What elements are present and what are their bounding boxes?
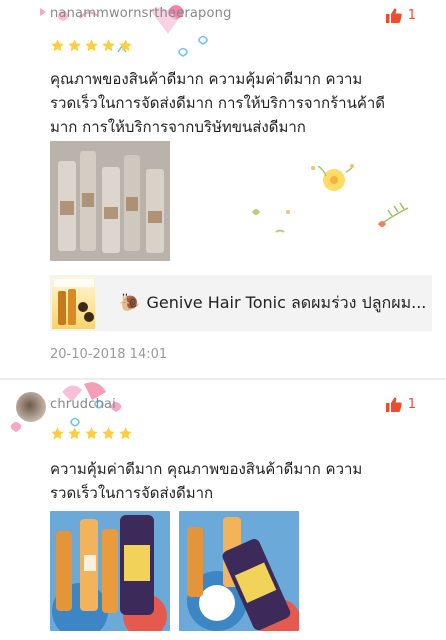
star-icon [102,427,115,440]
product-link[interactable]: 🐌 Genive Hair Tonic ลดผมร่วง ปลูกผม... [50,275,432,331]
review-photo[interactable] [179,511,299,631]
review-card: nanammwornsrtheerapong 1 คุณภาพของสินค้า… [0,0,446,378]
product-thumbnail [52,277,96,329]
like-count: 1 [407,397,416,412]
star-icon [119,427,132,440]
star-icon [68,427,81,440]
star-icon [51,427,64,440]
star-icon [85,427,98,440]
star-icon [119,39,132,52]
review-timestamp: 20-10-2018 14:01 [50,347,168,362]
star-icon [85,39,98,52]
star-icon [68,39,81,52]
star-icon [51,39,64,52]
star-rating [50,38,133,53]
snail-icon: 🐌 [119,293,141,313]
reviewer-name[interactable]: nanammwornsrtheerapong [50,6,232,21]
review-comment: ความคุ้มค่าดีมาก คุณภาพของสินค้าดีมาก คว… [50,460,363,502]
like-count: 1 [407,8,416,23]
product-name: Genive Hair Tonic ลดผมร่วง ปลูกผม... [146,292,427,312]
reviewer-name[interactable]: chrudchai [50,397,116,412]
star-rating [50,426,133,441]
thumbs-up-icon [385,397,402,412]
review-photo[interactable] [50,141,170,261]
review-card: chrudchai 1 ความคุ้มค่าดีมาก คุณภาพของสิ… [0,380,446,640]
like-button[interactable]: 1 [385,8,416,23]
like-button[interactable]: 1 [385,397,416,412]
review-comment: คุณภาพของสินค้าดีมาก ความคุ้มค่าดีมาก คว… [50,70,386,136]
star-icon [102,39,115,52]
review-photo[interactable] [50,511,170,631]
thumbs-up-icon [385,8,402,23]
avatar[interactable] [16,392,46,422]
